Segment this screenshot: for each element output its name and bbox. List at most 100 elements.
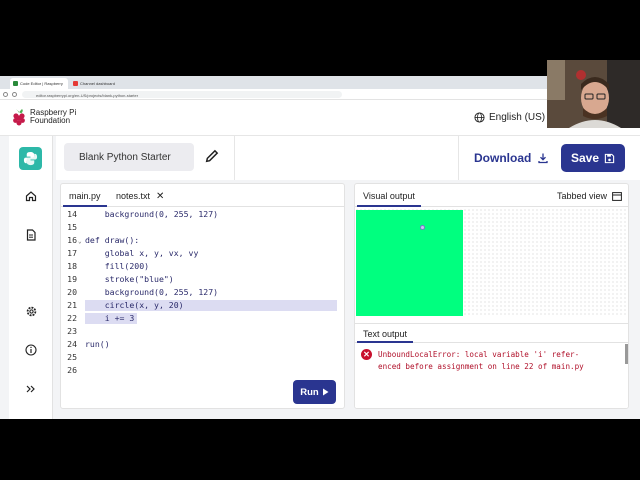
info-icon[interactable] xyxy=(23,342,39,358)
code-editor-panel: main.py notes.txt ✕ 14 background(0, 255,… xyxy=(60,183,345,409)
line-number: 18 xyxy=(67,261,77,271)
sidebar xyxy=(9,136,53,419)
code-text: global x, y, vx, vy xyxy=(85,248,199,258)
python-logo-icon xyxy=(19,147,42,170)
app-header: Raspberry Pi Foundation English (US) xyxy=(0,100,640,136)
output-scrollbar[interactable] xyxy=(625,344,628,364)
reload-icon[interactable] xyxy=(12,92,17,97)
line-number: 15 xyxy=(67,222,77,232)
code-text: stroke("blue") xyxy=(85,274,174,284)
circle-shape xyxy=(420,225,425,230)
screen: Code Editor | Raspberry Channel dashboar… xyxy=(0,0,640,480)
browser-tab-strip: Code Editor | Raspberry Channel dashboar… xyxy=(0,76,640,89)
line-number: 16 xyxy=(67,235,77,245)
line-number: 14 xyxy=(67,209,77,219)
tab-text-output[interactable]: Text output xyxy=(357,324,414,343)
webcam-overlay xyxy=(547,60,640,128)
browser-tab-channel-dashboard[interactable]: Channel dashboard xyxy=(70,78,128,89)
code-line[interactable]: 14 background(0, 255, 127) xyxy=(61,208,344,221)
tabbed-view-icon xyxy=(612,191,622,201)
app-body: Blank Python Starter Download Save main.… xyxy=(0,136,640,419)
text-output-area: ✕ UnboundLocalError: local variable 'i' … xyxy=(355,344,628,408)
language-selector[interactable]: English (US) xyxy=(474,112,545,123)
output-panel: Visual output Tabbed view Text output ✕ … xyxy=(354,183,629,409)
raspberry-favicon-icon xyxy=(13,81,18,86)
tabbed-view-toggle[interactable]: Tabbed view xyxy=(557,191,622,201)
save-disk-icon xyxy=(604,153,615,163)
code-text: i += 3 xyxy=(85,313,135,323)
browser-tab-code-editor[interactable]: Code Editor | Raspberry xyxy=(10,78,68,89)
home-icon[interactable] xyxy=(23,188,39,204)
language-label: English (US) xyxy=(489,112,546,123)
code-text: run() xyxy=(85,339,110,349)
line-number: 26 xyxy=(67,365,77,374)
back-icon[interactable] xyxy=(3,92,8,97)
code-text: background(0, 255, 127) xyxy=(85,287,219,297)
code-line[interactable]: 17 global x, y, vx, vy xyxy=(61,247,344,260)
code-line[interactable]: 25 xyxy=(61,351,344,364)
download-button[interactable]: Download xyxy=(470,146,553,170)
code-line[interactable]: 18 fill(200) xyxy=(61,260,344,273)
globe-icon xyxy=(474,112,485,123)
download-icon xyxy=(538,153,548,164)
browser-tab-label: Code Editor | Raspberry xyxy=(20,81,63,86)
code-line[interactable]: 22 i += 3 xyxy=(61,312,344,325)
code-text: background(0, 255, 127) xyxy=(85,209,219,219)
code-line[interactable]: 21 circle(x, y, 20) xyxy=(61,299,344,312)
code-line[interactable]: 16 ⌄ def draw(): xyxy=(61,234,344,247)
error-icon: ✕ xyxy=(361,349,372,360)
code-line[interactable]: 24 run() xyxy=(61,338,344,351)
project-name-field[interactable]: Blank Python Starter xyxy=(64,143,194,171)
address-bar-row: editor.raspberrypi.org/en-US/projects/bl… xyxy=(0,89,640,100)
brand-name: Raspberry Pi Foundation xyxy=(30,109,76,125)
line-number: 24 xyxy=(67,339,77,349)
tabbed-view-label: Tabbed view xyxy=(556,191,607,201)
file-icon[interactable] xyxy=(23,227,39,243)
code-line[interactable]: 26 xyxy=(61,364,344,374)
file-tabs: main.py notes.txt ✕ xyxy=(61,184,344,207)
play-icon xyxy=(322,388,329,396)
tab-label: Text output xyxy=(363,329,408,339)
run-label: Run xyxy=(300,386,319,398)
line-number: 19 xyxy=(67,274,77,284)
toolbar-divider xyxy=(458,136,459,180)
browser-window: Code Editor | Raspberry Channel dashboar… xyxy=(0,76,640,419)
code-line[interactable]: 20 background(0, 255, 127) xyxy=(61,286,344,299)
tab-label: main.py xyxy=(69,191,101,201)
tab-label: Visual output xyxy=(363,191,415,201)
download-label: Download xyxy=(474,151,532,165)
tab-main-py[interactable]: main.py xyxy=(63,184,107,207)
code-text: circle(x, y, 20) xyxy=(85,300,184,310)
save-label: Save xyxy=(570,151,600,165)
code-text: fill(200) xyxy=(85,261,150,271)
presenter-video xyxy=(547,60,640,128)
p5-canvas xyxy=(356,210,463,316)
text-output-tabs: Text output xyxy=(355,323,628,343)
line-number: 21 xyxy=(67,300,77,310)
toolbar-divider xyxy=(234,136,235,180)
url-field[interactable]: editor.raspberrypi.org/en-US/projects/bl… xyxy=(22,91,342,98)
gear-icon[interactable] xyxy=(23,303,39,319)
browser-tab-label: Channel dashboard xyxy=(80,81,115,86)
tab-notes-txt[interactable]: notes.txt ✕ xyxy=(110,184,170,207)
tab-label: notes.txt xyxy=(116,191,151,201)
code-line[interactable]: 23 xyxy=(61,325,344,338)
code-line[interactable]: 19 stroke("blue") xyxy=(61,273,344,286)
edit-pencil-icon[interactable] xyxy=(204,148,220,164)
raspberry-pi-logo-icon[interactable] xyxy=(11,107,27,127)
youtube-favicon-icon xyxy=(73,81,78,86)
line-number: 23 xyxy=(67,326,77,336)
run-button[interactable]: Run xyxy=(293,380,336,404)
tab-visual-output[interactable]: Visual output xyxy=(357,184,421,207)
save-button[interactable]: Save xyxy=(561,144,625,172)
expand-sidebar-icon[interactable] xyxy=(23,381,39,397)
line-number: 17 xyxy=(67,248,77,258)
brand-line-2: Foundation xyxy=(30,116,71,125)
editor-scrollbar[interactable] xyxy=(344,294,345,324)
code-text: def draw(): xyxy=(85,235,140,245)
code-line[interactable]: 15 xyxy=(61,221,344,234)
close-icon[interactable]: ✕ xyxy=(156,191,164,202)
project-toolbar: Blank Python Starter Download Save xyxy=(56,136,640,180)
code-area[interactable]: 14 background(0, 255, 127) 15 16 ⌄ def draw(… xyxy=(61,208,344,374)
line-number: 25 xyxy=(67,352,77,362)
